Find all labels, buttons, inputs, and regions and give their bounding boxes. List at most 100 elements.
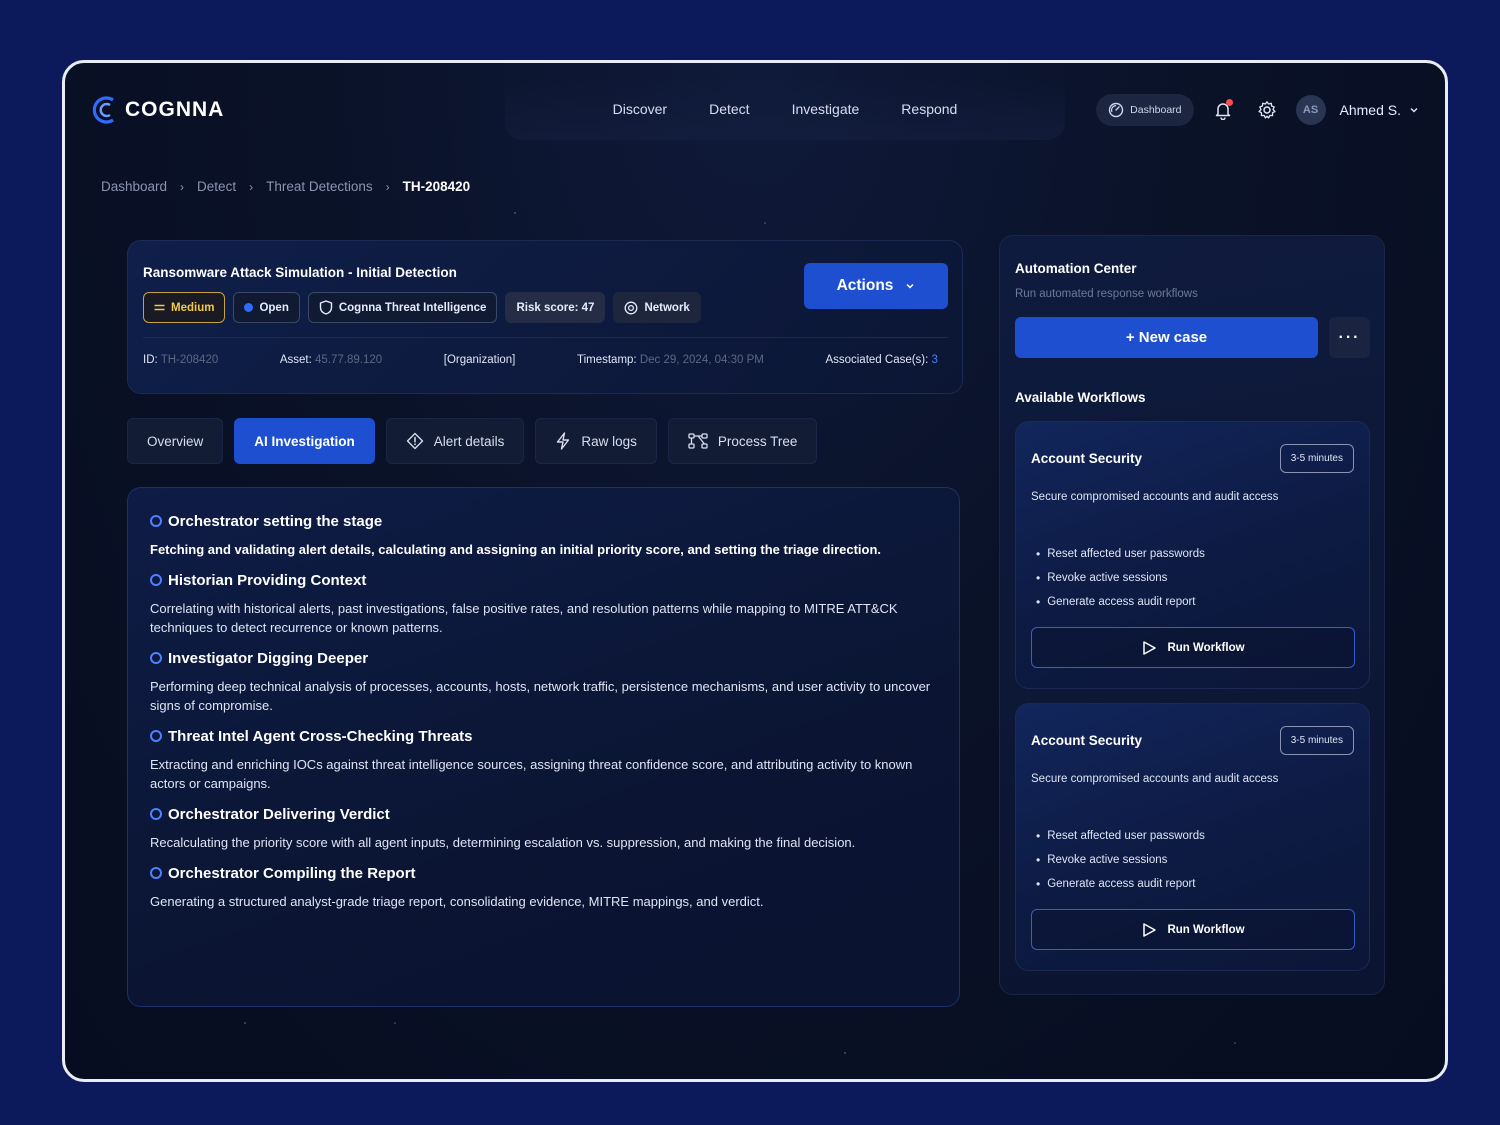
tab-raw-logs[interactable]: Raw logs — [535, 418, 657, 464]
investigation-step: Orchestrator setting the stage Fetching … — [150, 510, 937, 559]
play-icon — [1143, 922, 1157, 937]
status-dot-icon — [244, 303, 254, 312]
workflow-card: Account Security 3-5 minutes Secure comp… — [1015, 421, 1370, 689]
detection-title: Ransomware Attack Simulation - Initial D… — [143, 265, 457, 280]
menu-lines-icon — [154, 304, 165, 311]
play-icon — [1143, 640, 1157, 655]
step-title-text: Orchestrator Compiling the Report — [168, 864, 416, 882]
detail-tabs: Overview AI Investigation Alert details … — [127, 418, 818, 464]
step-description: Correlating with historical alerts, past… — [150, 601, 898, 635]
step-title: Orchestrator Compiling the Report — [150, 862, 937, 884]
breadcrumb: Dashboard › Detect › Threat Detections ›… — [101, 179, 470, 194]
dashboard-button-label: Dashboard — [1130, 104, 1182, 116]
divider — [143, 337, 948, 338]
tab-process-tree[interactable]: Process Tree — [667, 418, 818, 464]
tab-alert-details[interactable]: Alert details — [385, 418, 525, 464]
app-window: COGNNA Discover Detect Investigate Respo… — [62, 60, 1448, 1082]
chevron-down-icon — [906, 283, 914, 289]
investigation-step: Orchestrator Compiling the Report Genera… — [150, 862, 937, 911]
chevron-right-icon: › — [385, 179, 390, 194]
nav-discover[interactable]: Discover — [592, 101, 688, 117]
more-options-button[interactable]: ··· — [1329, 317, 1370, 358]
tab-label: Overview — [147, 433, 204, 449]
meta-organization: [Organization] — [443, 354, 516, 366]
detection-tags: Medium Open Cognna Threat Intelligence R… — [143, 292, 701, 323]
avatar[interactable]: AS — [1295, 95, 1326, 125]
new-case-button[interactable]: + New case — [1015, 317, 1318, 358]
detection-meta: ID: TH-208420 Asset: 45.77.89.120 [Organ… — [143, 354, 938, 366]
category-label: Network — [644, 301, 690, 314]
nav-investigate[interactable]: Investigate — [771, 101, 881, 117]
available-workflows-heading: Available Workflows — [1015, 390, 1146, 405]
top-navigation: Discover Detect Investigate Respond — [505, 78, 1065, 140]
network-icon — [625, 301, 638, 314]
gauge-icon — [1108, 102, 1124, 118]
severity-label: Medium — [171, 301, 215, 314]
process-tree-icon — [688, 433, 708, 449]
meta-asset: Asset: 45.77.89.120 — [279, 354, 383, 366]
step-description: Fetching and validating alert details, c… — [150, 542, 882, 557]
alert-diamond-icon — [406, 432, 423, 450]
automation-title: Automation Center — [1015, 261, 1137, 276]
step-title-text: Historian Providing Context — [168, 571, 367, 589]
step-description: Performing deep technical analysis of pr… — [150, 679, 931, 713]
step-title: Investigator Digging Deeper — [150, 647, 937, 669]
lightning-icon — [557, 432, 570, 450]
step-circle-icon — [150, 515, 162, 527]
user-name: Ahmed S. — [1339, 102, 1401, 118]
list-item: Generate access audit report — [1036, 590, 1205, 614]
workflow-description: Secure compromised accounts and audit ac… — [1031, 773, 1279, 785]
nav-detect[interactable]: Detect — [688, 101, 770, 117]
investigation-step: Threat Intel Agent Cross-Checking Threat… — [150, 725, 937, 793]
list-item: Reset affected user passwords — [1036, 824, 1205, 848]
breadcrumb-detect[interactable]: Detect — [197, 179, 236, 194]
meta-associated-cases: Associated Case(s): 3 — [825, 354, 938, 366]
tab-label: Raw logs — [581, 433, 637, 449]
step-description: Extracting and enriching IOCs against th… — [150, 757, 913, 791]
run-workflow-button[interactable]: Run Workflow — [1031, 909, 1355, 950]
user-menu[interactable]: Ahmed S. — [1340, 102, 1419, 118]
cognna-logo-icon — [92, 96, 114, 124]
run-workflow-label: Run Workflow — [1167, 923, 1245, 936]
workflow-description: Secure compromised accounts and audit ac… — [1031, 491, 1279, 503]
associated-cases-link[interactable]: 3 — [932, 354, 938, 366]
list-item: Revoke active sessions — [1036, 566, 1205, 590]
tab-ai-investigation[interactable]: AI Investigation — [234, 418, 375, 464]
step-title: Historian Providing Context — [150, 569, 937, 591]
step-description: Generating a structured analyst-grade tr… — [150, 894, 764, 909]
notifications-button[interactable] — [1208, 95, 1238, 125]
step-circle-icon — [150, 730, 162, 742]
nav-respond[interactable]: Respond — [880, 101, 978, 117]
workflow-duration-badge: 3-5 minutes — [1279, 444, 1354, 473]
risk-score-badge: Risk score: 47 — [505, 292, 606, 323]
actions-button[interactable]: Actions — [804, 263, 948, 309]
breadcrumb-current: TH-208420 — [402, 179, 471, 194]
workflow-steps: Reset affected user passwords Revoke act… — [1036, 542, 1205, 614]
detection-summary-card: Ransomware Attack Simulation - Initial D… — [127, 240, 963, 394]
workflow-name: Account Security — [1031, 733, 1143, 748]
status-label: Open — [259, 301, 289, 314]
list-item: Reset affected user passwords — [1036, 542, 1205, 566]
step-title: Orchestrator setting the stage — [150, 510, 937, 532]
logo[interactable]: COGNNA — [91, 95, 224, 125]
meta-id: ID: TH-208420 — [143, 354, 219, 366]
step-circle-icon — [150, 574, 162, 586]
source-badge: Cognna Threat Intelligence — [307, 292, 498, 323]
source-label: Cognna Threat Intelligence — [338, 301, 487, 314]
workflow-card: Account Security 3-5 minutes Secure comp… — [1015, 703, 1370, 971]
status-badge: Open — [233, 292, 300, 323]
risk-score-label: Risk score: 47 — [516, 301, 595, 314]
settings-button[interactable] — [1252, 95, 1282, 125]
tab-overview[interactable]: Overview — [127, 418, 224, 464]
category-badge: Network — [613, 292, 701, 323]
dashboard-button[interactable]: Dashboard — [1096, 94, 1194, 126]
run-workflow-button[interactable]: Run Workflow — [1031, 627, 1355, 668]
chevron-down-icon — [1410, 108, 1418, 113]
breadcrumb-threat-detections[interactable]: Threat Detections — [266, 179, 373, 194]
automation-subtitle: Run automated response workflows — [1015, 288, 1198, 300]
step-title-text: Orchestrator setting the stage — [168, 512, 383, 530]
breadcrumb-dashboard[interactable]: Dashboard — [101, 179, 167, 194]
workflow-steps: Reset affected user passwords Revoke act… — [1036, 824, 1205, 896]
investigation-step: Investigator Digging Deeper Performing d… — [150, 647, 937, 715]
step-circle-icon — [150, 867, 162, 879]
